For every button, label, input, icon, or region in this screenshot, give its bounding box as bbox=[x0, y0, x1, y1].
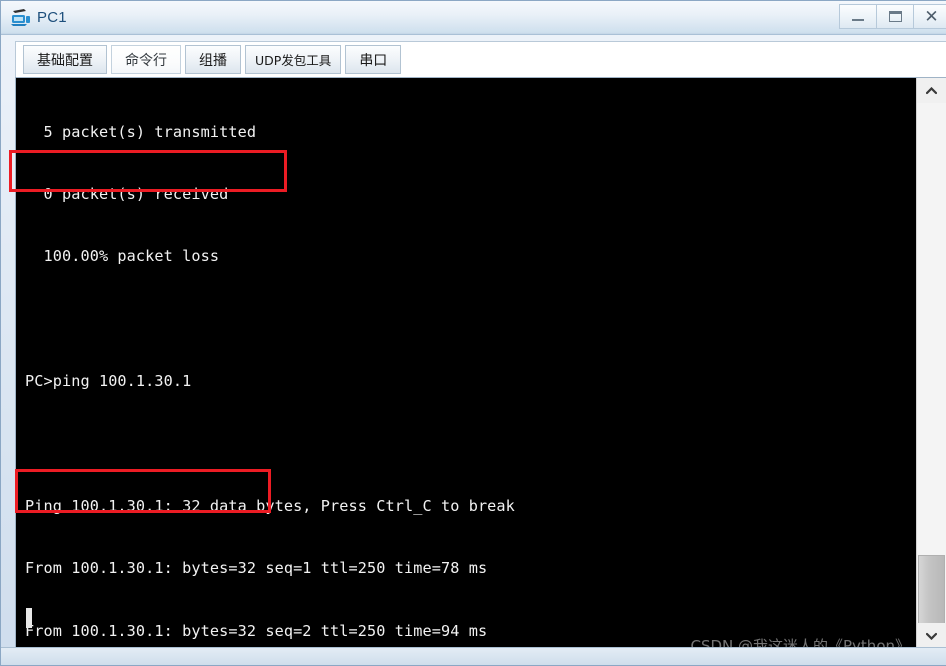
terminal-line: From 100.1.30.1: bytes=32 seq=2 ttl=250 … bbox=[25, 621, 488, 640]
terminal-line: 100.00% packet loss bbox=[25, 247, 220, 266]
tab-label: UDP发包工具 bbox=[255, 53, 332, 68]
maximize-icon bbox=[888, 11, 902, 22]
window-bottom-strip bbox=[1, 647, 946, 665]
tab-serial-port[interactable]: 串口 bbox=[345, 45, 402, 74]
scrollbar-thumb[interactable] bbox=[918, 555, 945, 633]
pc-device-icon bbox=[10, 7, 32, 27]
window-controls: ✕ bbox=[839, 4, 946, 30]
title-bar-left: PC1 bbox=[10, 5, 67, 29]
minimize-button[interactable] bbox=[839, 4, 876, 29]
title-bar[interactable]: PC1 ✕ bbox=[1, 1, 946, 35]
tab-command-line[interactable]: 命令行 bbox=[111, 45, 181, 74]
tab-label: 命令行 bbox=[125, 52, 167, 69]
tab-multicast[interactable]: 组播 bbox=[185, 45, 241, 74]
scrollbar-track[interactable] bbox=[917, 103, 946, 633]
terminal-line-command: PC>ping 100.1.30.1 bbox=[25, 372, 192, 391]
scroll-down-button[interactable] bbox=[917, 623, 946, 648]
terminal-text: 5 packet(s) transmitted 0 packet(s) rece… bbox=[25, 80, 905, 648]
terminal-line: Ping 100.1.30.1: 32 data bytes, Press Ct… bbox=[25, 496, 515, 515]
tab-label: 串口 bbox=[359, 52, 388, 69]
minimize-icon bbox=[852, 19, 864, 21]
tab-strip: 基础配置 命令行 组播 UDP发包工具 串口 bbox=[15, 41, 946, 77]
close-icon: ✕ bbox=[924, 7, 939, 26]
terminal-output-area[interactable]: 5 packet(s) transmitted 0 packet(s) rece… bbox=[16, 78, 917, 648]
terminal-scrollbar[interactable] bbox=[916, 78, 946, 648]
terminal-line: 5 packet(s) transmitted bbox=[25, 122, 257, 141]
chevron-up-icon bbox=[926, 86, 937, 94]
maximize-button[interactable] bbox=[876, 4, 913, 29]
scroll-up-button[interactable] bbox=[917, 78, 946, 103]
tab-label: 基础配置 bbox=[37, 52, 93, 69]
terminal-line: From 100.1.30.1: bytes=32 seq=1 ttl=250 … bbox=[25, 559, 488, 578]
chevron-down-icon bbox=[926, 632, 937, 640]
tab-udp-packet-tool[interactable]: UDP发包工具 bbox=[245, 45, 342, 74]
window-title: PC1 bbox=[37, 8, 67, 26]
tab-list: 基础配置 命令行 组播 UDP发包工具 串口 bbox=[23, 45, 405, 76]
tab-basic-config[interactable]: 基础配置 bbox=[23, 45, 107, 74]
close-button[interactable]: ✕ bbox=[913, 4, 946, 29]
terminal-cursor bbox=[26, 608, 32, 628]
tab-label: 组播 bbox=[199, 52, 227, 69]
terminal-panel: 5 packet(s) transmitted 0 packet(s) rece… bbox=[15, 77, 946, 649]
terminal-line: 0 packet(s) received bbox=[25, 184, 229, 203]
pc1-window: PC1 ✕ 基础配置 命令行 组播 UDP发包工具 串口 5 packet(s)… bbox=[0, 0, 946, 666]
